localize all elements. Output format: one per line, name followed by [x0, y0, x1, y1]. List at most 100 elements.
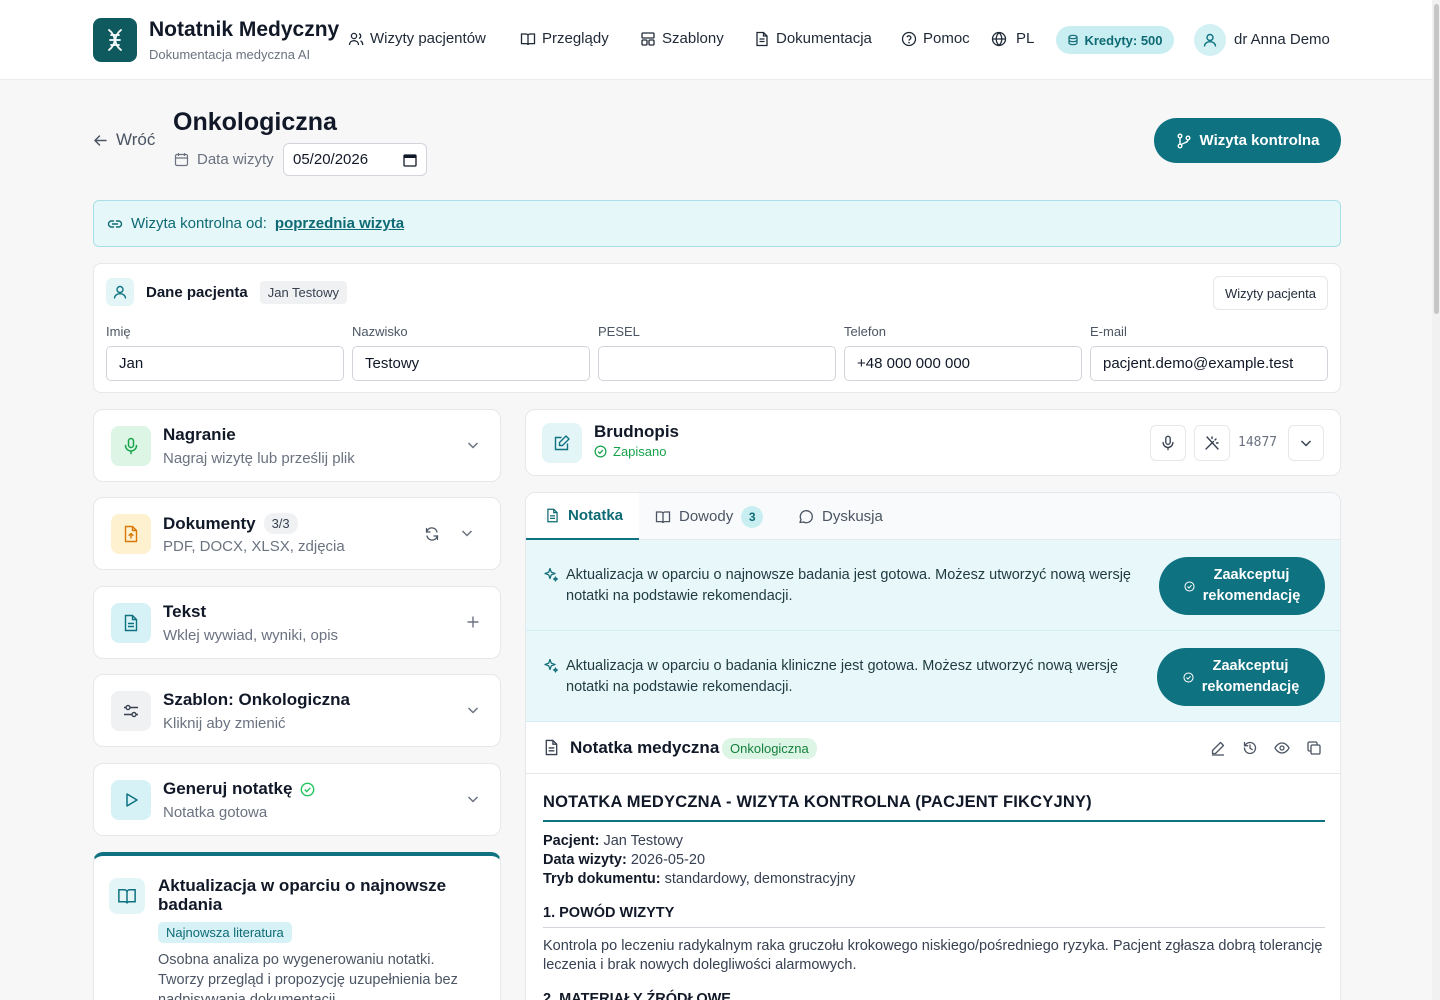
users-icon	[348, 32, 364, 45]
section-source-materials: 2. MATERIAŁY ŹRÓDŁOWE	[543, 991, 731, 1000]
template-icon-box	[111, 691, 151, 731]
visit-date-label-text: Data wizyty	[197, 151, 274, 168]
template-section[interactable]: Szablon: Onkologiczna Kliknij aby zmieni…	[93, 674, 501, 747]
sparkles-icon	[544, 658, 559, 673]
accept-label-line1: Zaakceptuj	[1213, 567, 1290, 583]
visit-date-value: 05/20/2026	[293, 151, 369, 168]
first-name-field[interactable]: Jan	[106, 346, 344, 381]
file-text-icon	[547, 508, 558, 523]
visit-date-input[interactable]: 05/20/2026	[283, 143, 427, 176]
text-section[interactable]: Tekst Wklej wywiad, wyniki, opis	[93, 586, 501, 659]
book-open-icon	[118, 889, 136, 904]
tab-note[interactable]: Notatka	[526, 493, 639, 540]
calendar-icon	[174, 153, 189, 167]
dna-icon	[108, 29, 122, 51]
patient-visits-button[interactable]: Wizyty pacjenta	[1212, 276, 1328, 310]
followup-banner-text: Wizyta kontrolna od:	[131, 215, 267, 232]
recording-title: Nagranie	[163, 425, 236, 444]
microphone-icon	[124, 437, 138, 455]
pesel-field[interactable]	[598, 346, 836, 381]
refresh-icon	[425, 527, 439, 541]
book-open-icon	[655, 510, 671, 523]
accept-recommendation-button[interactable]: Zaakceptuj rekomendację	[1157, 648, 1325, 706]
credits-badge[interactable]: Kredyty: 500	[1056, 26, 1174, 54]
magic-wand-off-icon	[1205, 436, 1219, 450]
tab-note-label: Notatka	[568, 507, 624, 524]
nav-reviews[interactable]: Przeglądy	[520, 30, 609, 47]
accept-recommendation-button[interactable]: Zaakceptuj rekomendację	[1159, 557, 1325, 615]
coins-icon	[1068, 34, 1079, 46]
sparkles-icon	[544, 567, 559, 582]
recording-section[interactable]: Nagranie Nagraj wizytę lub prześlij plik	[93, 409, 501, 482]
text-icon-box	[111, 603, 151, 643]
tab-bar: Notatka Dowody 3 Dyskusja	[526, 493, 1340, 540]
followup-visit-label: Wizyta kontrolna	[1199, 132, 1320, 149]
followup-visit-button[interactable]: Wizyta kontrolna	[1154, 118, 1341, 163]
link-icon	[107, 219, 123, 228]
copy-icon[interactable]	[1306, 740, 1322, 756]
draft-magic-button[interactable]	[1194, 425, 1230, 461]
check-circle-icon	[1183, 671, 1194, 683]
note-document: NOTATKA MEDYCZNA - WIZYTA KONTROLNA (PAC…	[543, 793, 1325, 1000]
eye-icon[interactable]	[1274, 740, 1290, 756]
first-name-label: Imię	[106, 324, 131, 339]
documents-icon-box	[111, 514, 151, 554]
scrollbar-thumb[interactable]	[1434, 4, 1439, 314]
nav-documentation[interactable]: Dokumentacja	[754, 30, 872, 47]
nav-help[interactable]: Pomoc	[901, 30, 970, 47]
draft-expand-button[interactable]	[1288, 425, 1324, 461]
draft-card: Brudnopis Zapisano 14877	[525, 409, 1341, 476]
nav-label: Szablony	[662, 30, 724, 47]
history-icon[interactable]	[1242, 740, 1258, 756]
generate-subtitle: Notatka gotowa	[163, 804, 268, 821]
last-name-field[interactable]: Testowy	[352, 346, 590, 381]
microphone-icon	[1162, 435, 1174, 451]
documents-section[interactable]: Dokumenty 3/3 PDF, DOCX, XLSX, zdjęcia	[93, 497, 501, 570]
chevron-down-icon	[467, 707, 479, 714]
sliders-icon	[124, 704, 138, 718]
followup-banner: Wizyta kontrolna od: poprzednia wizyta	[93, 200, 1341, 247]
draft-dictate-button[interactable]	[1150, 425, 1186, 461]
generate-title-row: Generuj notatkę	[163, 779, 315, 799]
nav-label: Pomoc	[923, 30, 970, 47]
note-title: Notatka medyczna	[570, 738, 720, 757]
research-update-description: Osobna analiza po wygenerowaniu notatki.…	[158, 952, 458, 1000]
documents-title: Dokumenty	[163, 513, 256, 533]
tab-discussion[interactable]: Dyskusja	[798, 493, 883, 540]
phone-field[interactable]: +48 000 000 000	[844, 346, 1082, 381]
patient-data-card: Dane pacjenta Jan Testowy Wizyty pacjent…	[93, 263, 1341, 393]
nav-templates[interactable]: Szablony	[640, 30, 724, 47]
brand-subtitle: Dokumentacja medyczna AI	[149, 47, 311, 62]
nav-patient-visits[interactable]: Wizyty pacjentów	[348, 30, 486, 47]
research-update-card[interactable]: Aktualizacja w oparciu o najnowsze badan…	[93, 852, 501, 1000]
accept-label-line1: Zaakceptuj	[1212, 658, 1289, 674]
recommendation-banner: Aktualizacja w oparciu o badania klinicz…	[526, 631, 1340, 722]
avatar[interactable]	[1194, 24, 1226, 56]
back-button[interactable]: Wróć	[93, 130, 155, 150]
language-switch[interactable]: PL	[991, 30, 1034, 47]
back-label: Wróć	[116, 130, 156, 149]
play-icon	[126, 793, 138, 807]
phone-label: Telefon	[844, 324, 886, 339]
template-subtitle: Kliknij aby zmienić	[163, 715, 286, 732]
draft-char-count: 14877	[1238, 435, 1278, 450]
text-title: Tekst	[163, 602, 207, 621]
tab-evidence[interactable]: Dowody 3	[655, 493, 764, 540]
email-field[interactable]: pacjent.demo@example.test	[1090, 346, 1328, 381]
generate-note-section[interactable]: Generuj notatkę Notatka gotowa	[93, 763, 501, 836]
generate-icon-box	[111, 780, 151, 820]
research-badge: Najnowsza literatura	[158, 922, 292, 943]
layout-template-icon	[641, 31, 655, 46]
credits-label: Kredyty: 500	[1084, 32, 1163, 48]
pencil-icon[interactable]	[1210, 740, 1226, 756]
recommendation-banner: Aktualizacja w oparciu o najnowsze badan…	[526, 540, 1340, 631]
recommendation-text: Aktualizacja w oparciu o najnowsze badan…	[566, 567, 1131, 604]
meta-document-mode: Tryb dokumentu: standardowy, demonstracy…	[543, 871, 856, 887]
previous-visit-link[interactable]: poprzednia wizyta	[275, 215, 404, 232]
research-icon-box	[109, 878, 145, 914]
nav-label: Przeglądy	[542, 30, 609, 47]
user-name[interactable]: dr Anna Demo	[1234, 31, 1330, 48]
help-circle-icon	[901, 31, 917, 46]
app-logo[interactable]	[93, 18, 137, 62]
meta-patient: Pacjent: Jan Testowy	[543, 833, 683, 849]
